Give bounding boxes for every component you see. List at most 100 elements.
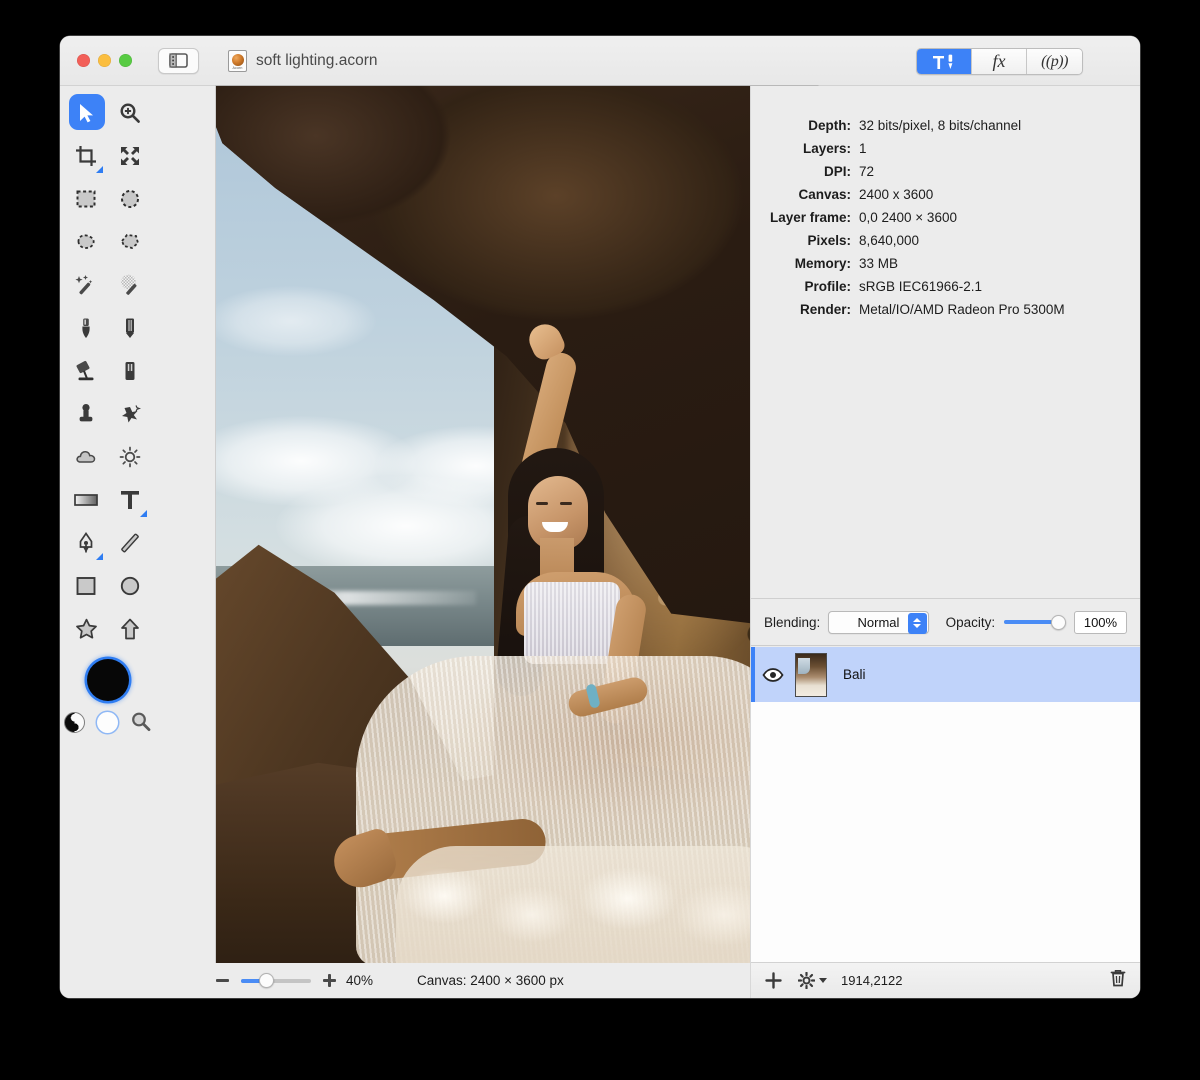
tool-clone-stamp[interactable] [64, 392, 108, 435]
crop-icon [76, 145, 96, 166]
info-value: sRGB IEC61966-2.1 [859, 279, 983, 294]
pen-nib-icon [79, 531, 93, 552]
canvas-area[interactable] [156, 86, 818, 964]
tool-text[interactable] [108, 478, 152, 521]
info-key: Layers: [802, 141, 851, 156]
gradient-icon [74, 493, 98, 506]
opacity-input[interactable]: 100% [1073, 610, 1128, 634]
inspector-segmented-control[interactable]: fx ((p)) [916, 48, 1083, 75]
layer-visibility-toggle[interactable] [751, 667, 795, 682]
tool-paint-brush[interactable] [64, 306, 108, 349]
tool-eraser[interactable] [108, 349, 152, 392]
zoom-slider[interactable] [241, 973, 311, 988]
tool-bezier-pen[interactable] [64, 521, 108, 564]
tool-paint-bucket[interactable] [64, 349, 108, 392]
tool-pencil[interactable] [108, 306, 152, 349]
info-row-memory: Memory: 33 MB [751, 252, 1140, 275]
zoom-button[interactable] [119, 54, 132, 67]
document-filename: soft lighting.acorn [256, 51, 378, 69]
opacity-slider[interactable] [1004, 614, 1067, 630]
clone-stamp-icon [79, 403, 93, 421]
tool-rectangle-select[interactable] [64, 177, 108, 220]
info-key: Memory: [794, 256, 851, 271]
tool-ellipse-select[interactable] [108, 177, 152, 220]
layer-actions-menu[interactable] [798, 972, 827, 989]
tool-instant-alpha[interactable] [108, 263, 152, 306]
tool-polygon-select[interactable] [108, 220, 152, 263]
tool-line[interactable] [108, 521, 152, 564]
close-button[interactable] [77, 54, 90, 67]
info-value: 8,640,000 [859, 233, 920, 248]
zoom-out-button[interactable] [216, 979, 229, 982]
tab-palette-label: ((p)) [1041, 52, 1068, 70]
color-picker-magnifier-icon[interactable] [130, 711, 152, 733]
tool-rectangle-shape[interactable] [64, 564, 108, 607]
canvas-size-label: Canvas: 2400 × 3600 px [417, 973, 564, 988]
layer-name[interactable]: Bali [843, 667, 866, 682]
status-bar: 40% Canvas: 2400 × 3600 px [156, 963, 750, 998]
tool-ellipse-shape[interactable] [108, 564, 152, 607]
tool-crop[interactable] [64, 134, 108, 177]
tool-lasso-select[interactable] [64, 220, 108, 263]
title-bar: Acorn soft lighting.acorn fx ((p)) [60, 36, 1140, 86]
lasso-icon [77, 233, 95, 249]
layers-list[interactable]: Bali [751, 647, 1140, 962]
image-canvas[interactable] [216, 86, 818, 964]
tool-zoom[interactable] [108, 91, 152, 134]
tool-arrow-shape[interactable] [108, 607, 152, 650]
table-row[interactable]: Bali [751, 647, 1140, 702]
tool-magic-wand[interactable] [64, 263, 108, 306]
minimize-button[interactable] [98, 54, 111, 67]
acorn-window: Acorn soft lighting.acorn fx ((p)) Depth… [60, 36, 1140, 998]
info-value: Metal/IO/AMD Radeon Pro 5300M [859, 302, 1065, 317]
transform-arrows-icon [121, 146, 139, 165]
blending-bar: Blending: Normal Opacity: 100% [751, 599, 1140, 646]
magnifier-plus-icon [120, 102, 140, 123]
tab-palette-inspector[interactable]: ((p)) [1027, 49, 1082, 74]
info-value: 1 [859, 141, 867, 156]
background-color-well[interactable] [97, 711, 118, 733]
tab-filters-inspector[interactable]: fx [972, 49, 1027, 74]
blending-mode-select[interactable]: Normal [828, 610, 929, 634]
hammer-brush-icon [933, 54, 953, 69]
default-colors-icon[interactable] [64, 711, 85, 733]
tool-blur[interactable] [64, 435, 108, 478]
sun-icon [119, 446, 141, 467]
info-key: Render: [799, 302, 851, 317]
info-key: Depth: [808, 118, 851, 133]
eye-icon [762, 667, 784, 682]
document-title[interactable]: Acorn soft lighting.acorn [228, 49, 378, 72]
delete-layer-button[interactable] [1110, 969, 1126, 992]
layers-footer: 1914,2122 [751, 962, 1140, 998]
opacity-slider-knob[interactable] [1051, 614, 1067, 630]
tool-star-shape[interactable] [64, 607, 108, 650]
star-icon [75, 618, 97, 639]
trash-icon [1110, 970, 1126, 987]
tool-transform[interactable] [108, 134, 152, 177]
opacity-label: Opacity: [945, 614, 996, 630]
tab-filters-label: fx [992, 51, 1006, 71]
tab-tools-inspector[interactable] [917, 49, 972, 74]
tool-move[interactable] [64, 91, 108, 134]
instant-alpha-icon [121, 274, 137, 295]
info-key: Layer frame: [769, 210, 851, 225]
add-layer-icon[interactable] [765, 972, 782, 989]
selection-indicator [751, 647, 755, 702]
tool-dodge-burn[interactable] [108, 435, 152, 478]
ellipse-shape-icon [120, 576, 140, 595]
zoom-in-button[interactable] [323, 974, 336, 987]
tool-gradient[interactable] [64, 478, 108, 521]
sidebar-toggle-button[interactable] [158, 47, 199, 74]
info-key: Pixels: [807, 233, 851, 248]
info-row-layer-frame: Layer frame: 0,0 2400 × 3600 [751, 206, 1140, 229]
eraser-icon [125, 361, 135, 380]
chevron-updown-icon[interactable] [907, 612, 927, 634]
window-controls [77, 54, 132, 67]
paint-brush-icon [82, 318, 90, 338]
smudge-splatter-icon [122, 404, 141, 422]
gear-icon [798, 972, 815, 989]
pencil-icon [126, 318, 134, 338]
zoom-slider-knob[interactable] [259, 973, 274, 988]
foreground-color-well[interactable] [87, 659, 129, 701]
tool-smudge[interactable] [108, 392, 152, 435]
